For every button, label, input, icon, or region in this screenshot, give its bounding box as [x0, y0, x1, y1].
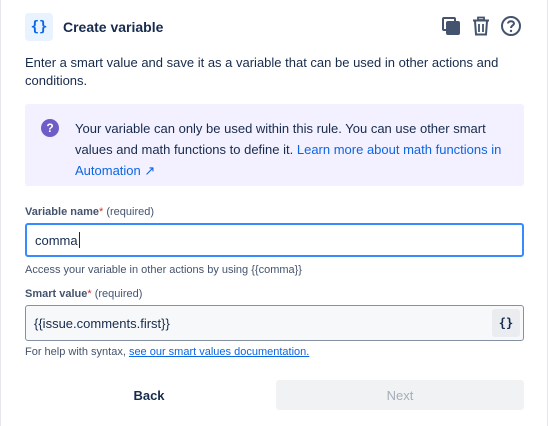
- variable-name-value: comma: [35, 232, 78, 248]
- help-icon: [501, 16, 521, 36]
- required-mark: *: [99, 206, 104, 218]
- header-actions: [439, 14, 523, 38]
- back-button[interactable]: Back: [25, 380, 273, 410]
- duplicate-icon: [442, 17, 460, 35]
- duplicate-button[interactable]: [439, 14, 463, 38]
- smart-value-help-text: For help with syntax,: [25, 346, 129, 358]
- smart-value-help: For help with syntax, see our smart valu…: [25, 346, 309, 358]
- trash-icon: [473, 16, 489, 36]
- panel-description: Enter a smart value and save it as a var…: [25, 55, 499, 88]
- smart-value-label: Smart value* (required): [25, 288, 142, 300]
- help-button[interactable]: [499, 14, 523, 38]
- variable-name-label: Variable name* (required): [25, 206, 154, 218]
- required-text: (required): [106, 206, 155, 218]
- smart-value-label-text: Smart value: [25, 288, 88, 300]
- text-caret: [78, 232, 80, 248]
- variable-name-input[interactable]: comma: [25, 223, 524, 257]
- next-button[interactable]: Next: [276, 380, 524, 410]
- smart-values-docs-link[interactable]: see our smart values documentation.: [129, 346, 309, 358]
- delete-button[interactable]: [469, 14, 493, 38]
- variable-name-help: Access your variable in other actions by…: [25, 264, 302, 276]
- insert-smart-value-button[interactable]: {}: [492, 309, 520, 337]
- smart-value-input[interactable]: {{issue.comments.first}} {}: [25, 305, 524, 341]
- required-text: (required): [94, 288, 143, 300]
- info-message: ? Your variable can only be used within …: [25, 104, 524, 186]
- create-variable-panel: {} Create variable Enter a smart value a…: [0, 0, 548, 426]
- panel-title: Create variable: [63, 19, 164, 35]
- panel-header: {} Create variable: [25, 12, 523, 42]
- question-icon: ?: [41, 119, 59, 137]
- curly-braces-icon: {}: [25, 13, 53, 41]
- required-mark: *: [87, 288, 92, 300]
- variable-name-label-text: Variable name: [25, 206, 99, 218]
- smart-value-value: {{issue.comments.first}}: [34, 315, 170, 331]
